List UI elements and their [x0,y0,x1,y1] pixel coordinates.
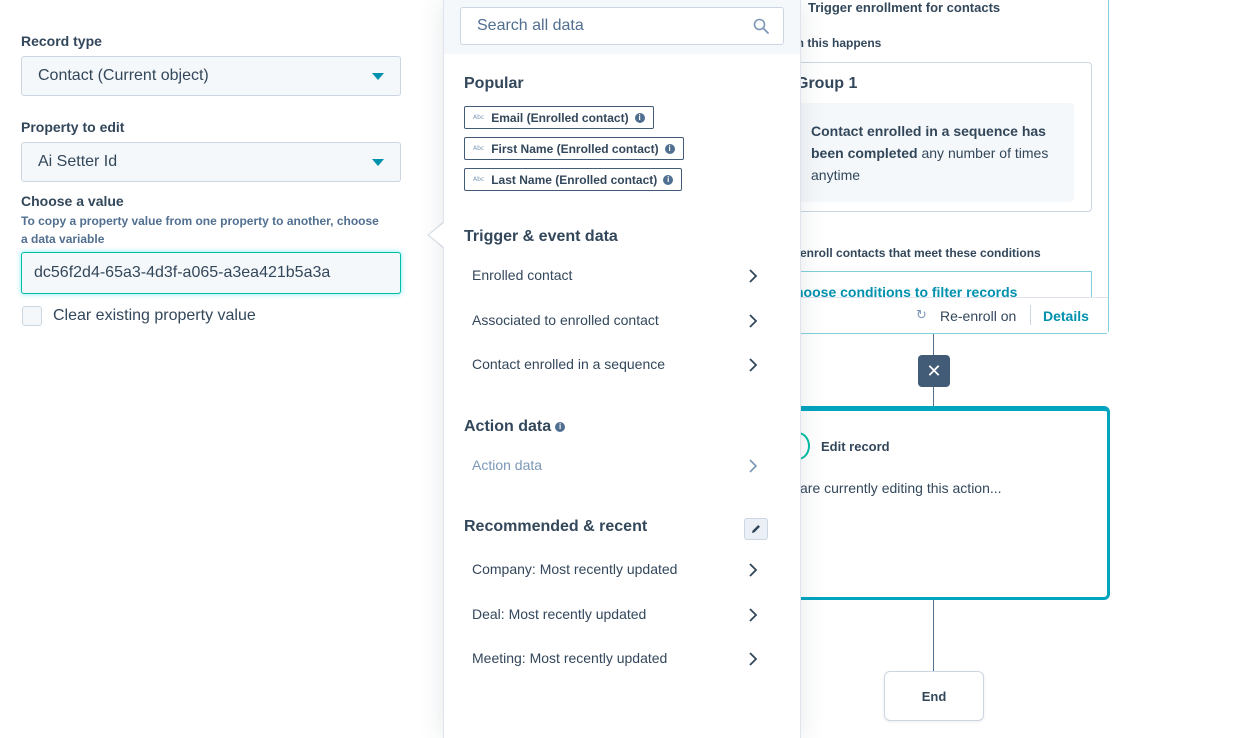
choose-value-help: To copy a property value from one proper… [21,214,379,246]
menu-item-label: Contact enrolled in a sequence [472,356,666,372]
menu-item-label: Action data [472,457,543,473]
chevron-right-icon [749,314,758,328]
end-node[interactable]: End [884,671,984,721]
filter-text: Contact enrolled in a sequence has been … [811,120,1066,186]
text-type-icon: Abc [473,145,485,152]
menu-item-company-recent[interactable]: Company: Most recently updated [464,553,768,587]
menu-item-deal-recent[interactable]: Deal: Most recently updated [464,598,768,632]
group-title: Group 1 [796,75,858,92]
action-data-title: Action data i [464,418,566,436]
edit-recent-button[interactable] [744,518,768,540]
action-data-title-text: Action data [464,418,552,435]
menu-item-action-data[interactable]: Action data [464,449,768,483]
menu-item-label: Deal: Most recently updated [472,606,647,622]
trigger-data-title: Trigger & event data [464,228,618,245]
chevron-right-icon [749,358,758,372]
record-type-value: Contact (Current object) [38,67,209,84]
only-enroll-label: y enroll contacts that meet these condit… [790,246,1041,260]
chevron-right-icon [749,269,758,283]
details-link[interactable]: Details [1043,308,1089,324]
chevron-right-icon [749,608,758,622]
text-type-icon: Abc [473,114,485,121]
menu-item-enrolled-contact[interactable]: Enrolled contact [464,259,768,293]
chip-email[interactable]: Abc Email (Enrolled contact) i [464,106,654,129]
action-title: Edit record [821,439,890,454]
delete-action-button[interactable]: ✕ [918,355,950,387]
refresh-icon: ↻ [916,307,927,322]
pencil-icon [752,525,760,533]
property-value: Ai Setter Id [38,153,118,170]
caret-down-icon [372,159,384,166]
text-type-icon: Abc [473,176,485,183]
menu-item-associated-contact[interactable]: Associated to enrolled contact [464,304,768,338]
recent-title: Recommended & recent [464,518,648,535]
menu-item-label: Enrolled contact [472,267,573,283]
search-input[interactable] [461,8,741,44]
clear-value-row[interactable]: Clear existing property value [22,306,256,326]
connector-line [933,600,934,671]
record-type-label: Record type [21,33,102,49]
value-input-wrapper[interactable] [21,252,401,294]
popular-title: Popular [464,75,524,92]
clear-value-checkbox[interactable] [22,306,42,326]
info-icon: i [555,421,566,432]
menu-item-meeting-recent[interactable]: Meeting: Most recently updated [464,642,768,676]
clear-value-label[interactable]: Clear existing property value [53,307,256,325]
connector-line [933,387,934,406]
action-description: are currently editing this action... [800,480,1002,496]
chip-label: First Name (Enrolled contact) [491,141,659,156]
when-label: en this happens [790,36,882,50]
menu-item-label: Meeting: Most recently updated [472,650,668,666]
connector-line [933,334,934,355]
choose-value-label: Choose a value [21,193,124,209]
info-icon: i [634,112,645,123]
chevron-right-icon [749,563,758,577]
property-select[interactable]: Ai Setter Id [21,142,401,182]
chip-label: Email (Enrolled contact) [491,110,629,125]
info-icon: i [663,174,674,185]
reenroll-status: Re-enroll on [940,308,1017,324]
search-icon [753,18,769,34]
chevron-right-icon [749,459,758,473]
search-box[interactable] [460,7,784,45]
chevron-right-icon [749,652,758,666]
choose-conditions-box[interactable]: hoose conditions to filter records [780,271,1092,300]
record-type-select[interactable]: Contact (Current object) [21,56,401,96]
value-input[interactable] [22,253,400,293]
chip-first-name[interactable]: Abc First Name (Enrolled contact) i [464,137,684,160]
chip-last-name[interactable]: Abc Last Name (Enrolled contact) i [464,168,683,191]
end-label: End [921,689,947,704]
info-icon: i [664,143,675,154]
popover-arrow-inner [429,222,445,248]
menu-item-label: Company: Most recently updated [472,561,678,577]
edit-record-panel: Record type Contact (Current object) Pro… [0,0,444,738]
caret-down-icon [372,73,384,80]
menu-item-label: Associated to enrolled contact [472,312,659,328]
menu-item-contact-sequence[interactable]: Contact enrolled in a sequence [464,348,768,382]
trigger-title: Trigger enrollment for contacts [808,0,1001,15]
footer-divider [1030,305,1031,325]
chip-label: Last Name (Enrolled contact) [491,172,658,187]
property-label: Property to edit [21,119,125,135]
